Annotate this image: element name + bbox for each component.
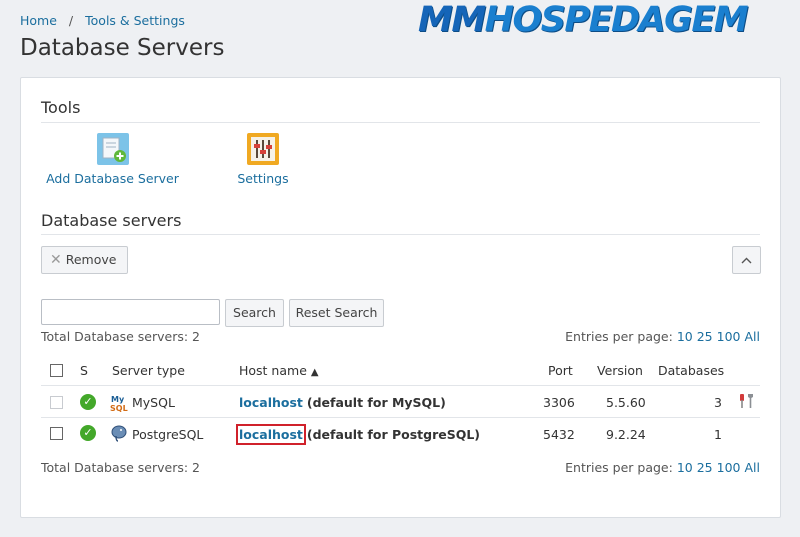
tools-icon[interactable] bbox=[737, 392, 755, 413]
host-cell-mysql: localhost (default for MySQL) bbox=[239, 395, 446, 410]
brand-logo: MMHOSPEDAGEM bbox=[418, 0, 749, 40]
entries-option-25[interactable]: 25 bbox=[697, 329, 713, 344]
ok-check-icon: ✓ bbox=[80, 425, 96, 441]
add-database-server-button[interactable]: Add Database Server bbox=[41, 133, 184, 186]
reset-search-button[interactable]: Reset Search bbox=[289, 299, 384, 327]
databases-link-postgresql[interactable]: 1 bbox=[714, 427, 722, 442]
entries-label: Entries per page: bbox=[565, 460, 673, 475]
host-note-postgresql: (default for PostgreSQL) bbox=[306, 427, 481, 442]
total-servers-bottom: Total Database servers: 2 bbox=[41, 460, 201, 475]
entries-option-100[interactable]: 100 bbox=[717, 329, 741, 344]
page-title: Database Servers bbox=[20, 35, 225, 61]
breadcrumb-separator: / bbox=[68, 13, 74, 28]
add-database-icon bbox=[96, 133, 129, 165]
entries-option-10[interactable]: 10 bbox=[677, 329, 693, 344]
host-link-mysql[interactable]: localhost bbox=[239, 395, 303, 410]
tools-divider bbox=[41, 122, 760, 123]
search-input[interactable] bbox=[41, 299, 220, 325]
col-port[interactable]: Port bbox=[548, 363, 573, 378]
svg-text:My: My bbox=[111, 395, 125, 404]
add-database-server-label: Add Database Server bbox=[46, 171, 179, 186]
ok-check-icon: ✓ bbox=[80, 394, 96, 410]
host-note-mysql: (default for MySQL) bbox=[306, 395, 446, 410]
main-panel: Tools Add Database Server Settings Datab… bbox=[20, 77, 781, 518]
search-button[interactable]: Search bbox=[225, 299, 284, 327]
servers-divider bbox=[41, 234, 760, 235]
entries-option-25[interactable]: 25 bbox=[697, 460, 713, 475]
entries-option-all[interactable]: All bbox=[745, 329, 761, 344]
server-type-mysql: MySQL bbox=[132, 395, 175, 410]
chevron-up-icon bbox=[741, 252, 752, 267]
tools-title: Tools bbox=[41, 98, 81, 117]
breadcrumb-tools-settings[interactable]: Tools & Settings bbox=[85, 13, 185, 28]
remove-icon: ✕ bbox=[50, 252, 62, 268]
port-postgresql: 5432 bbox=[543, 427, 575, 442]
col-version[interactable]: Version bbox=[597, 363, 643, 378]
remove-button[interactable]: ✕ Remove bbox=[41, 246, 128, 274]
databases-link-mysql[interactable]: 3 bbox=[714, 395, 722, 410]
breadcrumb: Home / Tools & Settings bbox=[20, 13, 185, 28]
col-server-type[interactable]: Server type bbox=[112, 363, 185, 378]
sort-ascending-icon: ▲ bbox=[310, 367, 319, 378]
mysql-logo-icon: My SQL bbox=[110, 394, 130, 415]
host-link-postgresql[interactable]: localhost bbox=[236, 424, 306, 445]
server-type-postgresql: PostgreSQL bbox=[132, 427, 204, 442]
breadcrumb-home[interactable]: Home bbox=[20, 13, 57, 28]
database-servers-title: Database servers bbox=[41, 211, 182, 230]
entries-label: Entries per page: bbox=[565, 329, 673, 344]
settings-button[interactable]: Settings bbox=[231, 133, 295, 186]
row-checkbox-postgresql[interactable] bbox=[50, 427, 63, 440]
settings-sliders-icon bbox=[247, 133, 279, 165]
version-mysql: 5.5.60 bbox=[606, 395, 646, 410]
entries-option-10[interactable]: 10 bbox=[677, 460, 693, 475]
col-host-name[interactable]: Host name ▲ bbox=[239, 363, 319, 378]
host-cell-postgresql: localhost (default for PostgreSQL) bbox=[236, 424, 481, 445]
entries-option-all[interactable]: All bbox=[745, 460, 761, 475]
version-postgresql: 9.2.24 bbox=[606, 427, 646, 442]
header-divider bbox=[41, 385, 760, 386]
postgresql-elephant-icon bbox=[110, 424, 128, 445]
select-all-checkbox[interactable] bbox=[50, 364, 63, 377]
remove-label: Remove bbox=[65, 252, 117, 267]
entries-option-100[interactable]: 100 bbox=[717, 460, 741, 475]
collapse-button[interactable] bbox=[732, 246, 761, 274]
col-status[interactable]: S bbox=[80, 363, 88, 378]
settings-label: Settings bbox=[237, 171, 289, 186]
svg-text:SQL: SQL bbox=[110, 404, 128, 412]
col-databases[interactable]: Databases bbox=[658, 363, 724, 378]
row-divider bbox=[41, 417, 760, 418]
entries-per-page-bottom: Entries per page: 10 25 100 All bbox=[565, 460, 760, 475]
port-mysql: 3306 bbox=[543, 395, 575, 410]
total-servers-top: Total Database servers: 2 bbox=[41, 329, 201, 344]
entries-per-page-top: Entries per page: 10 25 100 All bbox=[565, 329, 760, 344]
row-checkbox-mysql bbox=[50, 396, 63, 409]
